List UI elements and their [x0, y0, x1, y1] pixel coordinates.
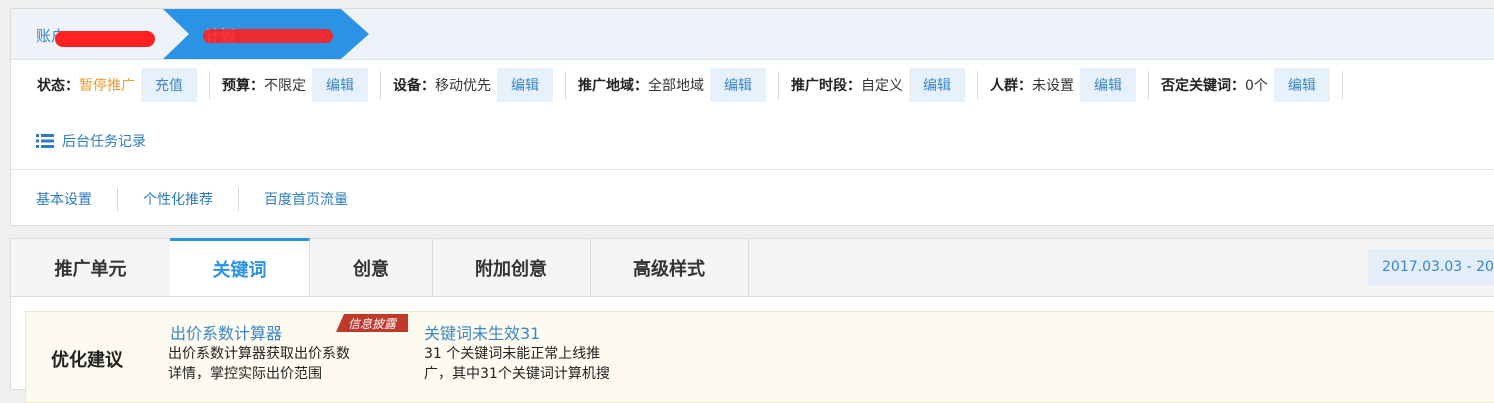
divider	[380, 71, 381, 99]
schedule-label: 推广时段：	[791, 78, 861, 94]
bid-calculator-desc-line1: 出价系数计算器获取出价系数	[168, 346, 350, 362]
audience-field: 人群： 未设置 编辑	[990, 67, 1136, 103]
breadcrumb: 账户 计划	[11, 9, 1494, 60]
redaction-mark	[203, 29, 333, 43]
divider	[778, 71, 779, 99]
status-bar: 状态： 暂停推广 充值 预算： 不限定 编辑 设备： 移动优先 编辑 推广地域：…	[11, 67, 1494, 103]
region-value: 全部地域	[648, 78, 704, 94]
status-value: 暂停推广	[79, 78, 135, 94]
info-disclosure-badge: 信息披露	[336, 314, 408, 332]
edit-device-button[interactable]: 编辑	[497, 68, 553, 102]
tab-ad-groups[interactable]: 推广单元	[11, 239, 171, 296]
bid-calculator-desc-line2: 详情，掌控实际出价范围	[168, 366, 322, 382]
budget-label: 预算：	[222, 78, 264, 94]
divider	[565, 71, 566, 99]
divider	[209, 71, 210, 99]
suggestions-title: 优化建议	[51, 350, 123, 371]
section-divider	[11, 169, 1494, 170]
edit-schedule-button[interactable]: 编辑	[909, 68, 965, 102]
task-log-link[interactable]: 后台任务记录	[36, 131, 146, 151]
budget-value: 不限定	[264, 78, 306, 94]
tab-bar: 推广单元 关键词 创意 附加创意 高级样式 2017.03.03 - 201	[11, 238, 1494, 297]
optimization-suggestions: 优化建议 出价系数计算器 信息披露 出价系数计算器获取出价系数 详情，掌控实际出…	[25, 311, 1494, 403]
edit-audience-button[interactable]: 编辑	[1080, 68, 1136, 102]
divider	[1148, 71, 1149, 99]
audience-value: 未设置	[1032, 78, 1074, 94]
divider	[1341, 71, 1343, 99]
status-label: 状态：	[37, 78, 79, 94]
redaction-mark	[55, 31, 155, 47]
breadcrumb-current[interactable]: 计划	[163, 9, 369, 59]
subnav-personalized-recommendation[interactable]: 个性化推荐	[118, 189, 238, 209]
tab-advanced-styles[interactable]: 高级样式	[590, 239, 749, 296]
campaign-header-panel: 账户 计划 状态： 暂停推广 充值 预算： 不限定 编辑 设备： 移动优先 编辑…	[10, 8, 1494, 226]
bid-calculator-link[interactable]: 出价系数计算器	[170, 320, 282, 344]
schedule-value: 自定义	[861, 78, 903, 94]
device-label: 设备：	[393, 78, 435, 94]
content-panel: 推广单元 关键词 创意 附加创意 高级样式 2017.03.03 - 201 优…	[10, 238, 1494, 403]
inactive-keywords-desc-line1: 31 个关键词未能正常上线推	[424, 346, 601, 362]
recharge-button[interactable]: 充值	[141, 68, 197, 102]
edit-negative-keywords-button[interactable]: 编辑	[1273, 68, 1330, 102]
device-field: 设备： 移动优先 编辑	[393, 67, 553, 103]
negative-keywords-value: 0个	[1245, 78, 1268, 94]
list-icon	[36, 134, 54, 148]
date-range-picker[interactable]: 2017.03.03 - 201	[1368, 249, 1494, 285]
edit-budget-button[interactable]: 编辑	[312, 68, 368, 102]
region-field: 推广地域： 全部地域 编辑	[578, 67, 766, 103]
tab-keywords[interactable]: 关键词	[170, 238, 310, 296]
task-log-label: 后台任务记录	[62, 134, 146, 150]
subnav-baidu-homepage-traffic[interactable]: 百度首页流量	[239, 189, 373, 209]
settings-subnav: 基本设置 个性化推荐 百度首页流量	[11, 181, 373, 217]
budget-field: 预算： 不限定 编辑	[222, 67, 368, 103]
region-label: 推广地域：	[578, 78, 648, 94]
audience-label: 人群：	[990, 78, 1032, 94]
tab-creatives[interactable]: 创意	[310, 239, 433, 296]
inactive-keywords-link[interactable]: 关键词未生效31	[424, 320, 540, 344]
divider	[977, 71, 978, 99]
negative-keywords-field: 否定关键词： 0个 编辑	[1161, 67, 1330, 103]
status-field: 状态： 暂停推广 充值	[37, 67, 197, 103]
negative-keywords-label: 否定关键词：	[1161, 78, 1245, 94]
edit-region-button[interactable]: 编辑	[710, 68, 766, 102]
device-value: 移动优先	[435, 78, 491, 94]
subnav-basic-settings[interactable]: 基本设置	[11, 189, 117, 209]
tab-extensions[interactable]: 附加创意	[432, 239, 591, 296]
schedule-field: 推广时段： 自定义 编辑	[791, 67, 965, 103]
inactive-keywords-desc-line2: 广，其中31个关键词计算机搜	[424, 366, 610, 382]
